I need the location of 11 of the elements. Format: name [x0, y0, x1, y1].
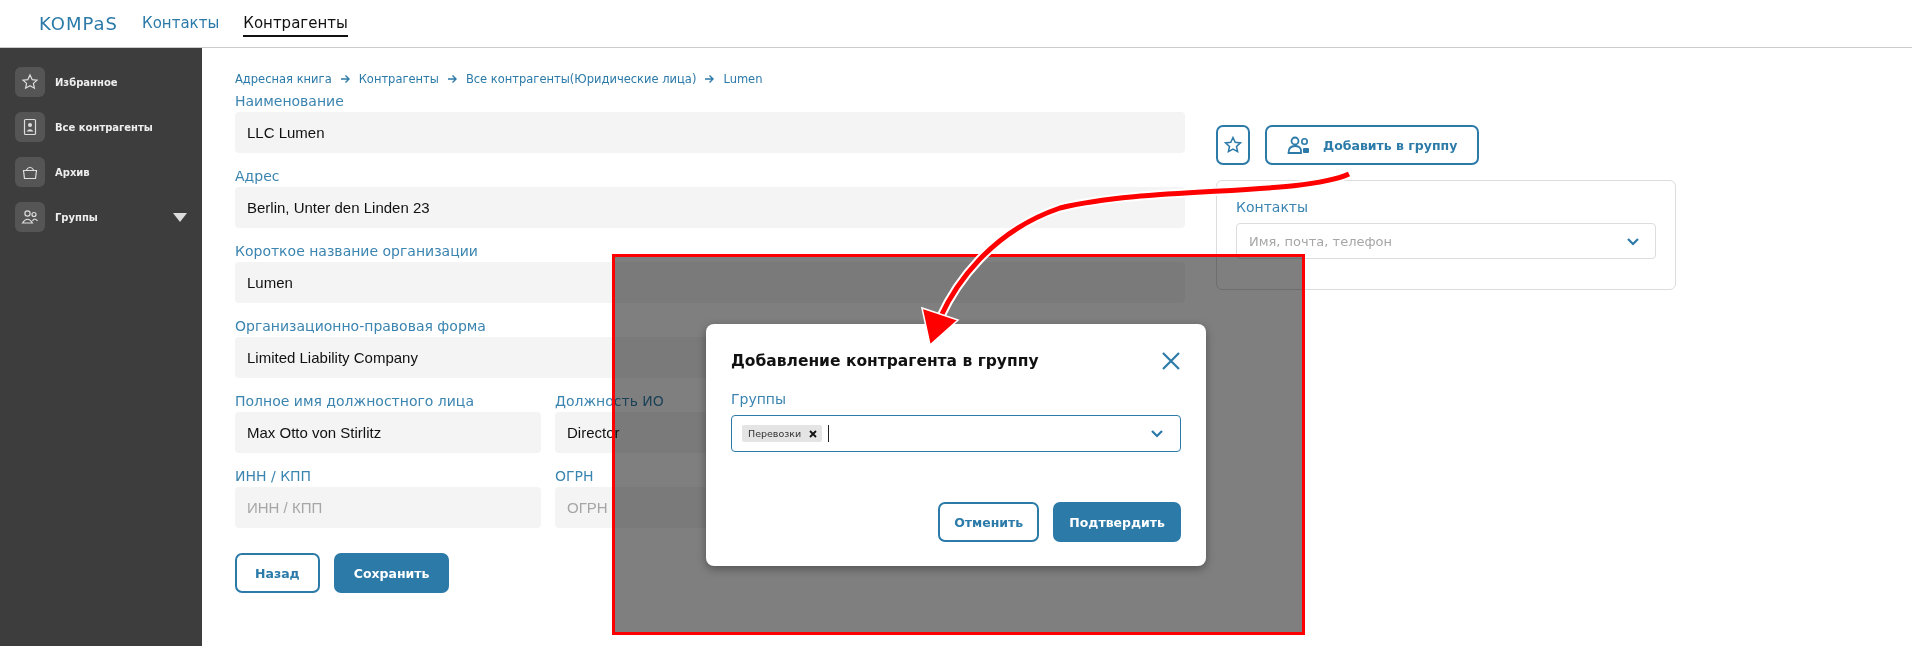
field-label: Наименование	[235, 92, 344, 111]
logo: KOMPaS	[39, 13, 119, 34]
field-label: Организационно-правовая форма	[235, 317, 486, 336]
field-label: Группы	[731, 390, 787, 409]
field-label: Полное имя должностного лица	[235, 392, 474, 411]
field-label: ОГРН	[555, 467, 594, 486]
field-label: Контакты	[1236, 198, 1309, 217]
dialog-title: Добавление контрагента в группу	[731, 352, 1039, 370]
field-label: Короткое название организации	[235, 242, 478, 261]
field-label: Адрес	[235, 167, 280, 186]
field-label: ИНН / КПП	[235, 467, 312, 486]
